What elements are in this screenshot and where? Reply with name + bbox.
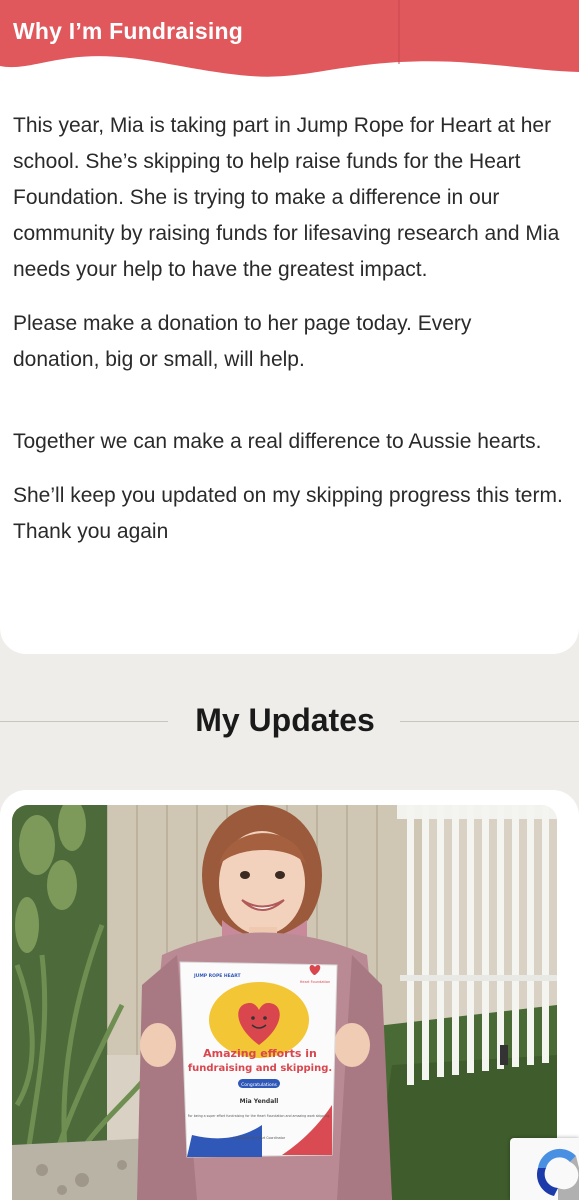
update-photo[interactable]: Amazing efforts in fundraising and skipp…: [12, 805, 557, 1200]
divider: [0, 721, 168, 722]
why-fundraising-card: Why I’m Fundraising This year, Mia is ta…: [0, 0, 579, 654]
certificate-logo-hf: Heart Foundation: [300, 980, 330, 984]
why-fundraising-header: Why I’m Fundraising: [0, 0, 579, 82]
updates-title: My Updates: [195, 702, 375, 738]
why-fundraising-text: This year, Mia is taking part in Jump Ro…: [13, 108, 563, 550]
certificate: Amazing efforts in fundraising and skipp…: [179, 961, 338, 1158]
recaptcha-icon: [536, 1148, 579, 1200]
certificate-footer: Jump Rope for Heart Coordinator: [232, 1136, 286, 1140]
story-paragraph: This year, Mia is taking part in Jump Ro…: [13, 114, 560, 281]
story-paragraph: Please make a donation to her page today…: [13, 312, 472, 371]
certificate-body: For being a super effort fundraising for…: [188, 1114, 331, 1118]
story-paragraph: She’ll keep you updated on my skipping p…: [13, 484, 563, 543]
certificate-headline: fundraising and skipping.: [188, 1063, 332, 1074]
certificate-headline: Amazing efforts in: [203, 1047, 317, 1060]
story-paragraph: Together we can make a real difference t…: [13, 430, 542, 453]
certificate-pill: Congratulations: [241, 1082, 277, 1088]
recaptcha-badge[interactable]: [510, 1138, 579, 1200]
certificate-logo-jrh: JUMP ROPE HEART: [193, 973, 241, 979]
updates-section-heading: My Updates: [0, 690, 579, 750]
photo-illustration: Amazing efforts in fundraising and skipp…: [12, 805, 557, 1200]
certificate-name: Mia Yendall: [240, 1098, 279, 1105]
why-fundraising-title: Why I’m Fundraising: [13, 18, 243, 44]
divider: [400, 721, 579, 722]
